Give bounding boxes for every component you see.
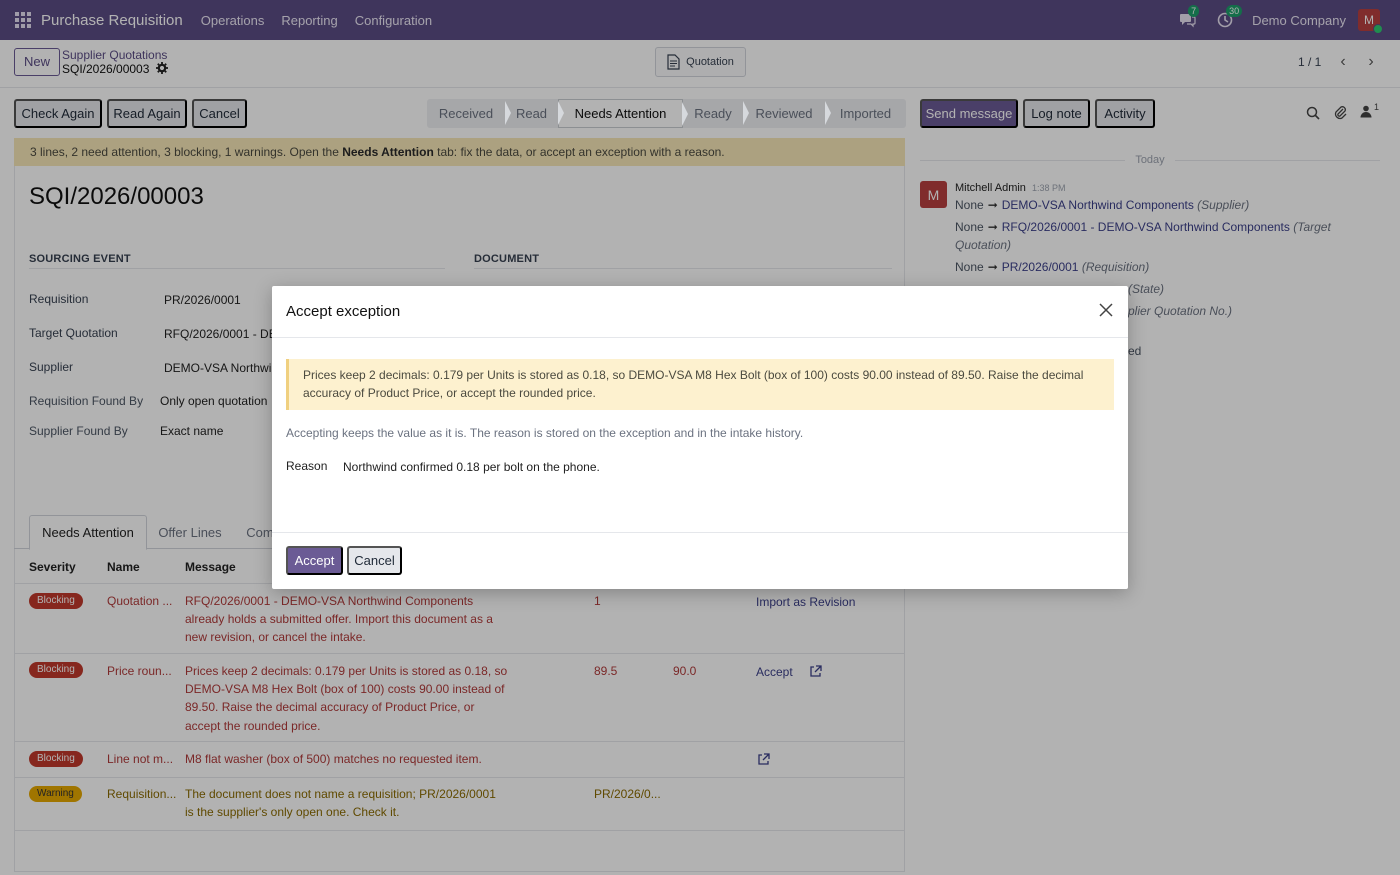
alert-line: Prices keep 2 decimals: 0.179 per Units … [303, 368, 1084, 382]
reason-input[interactable]: Northwind confirmed 0.18 per bolt on the… [343, 460, 600, 474]
accept-exception-dialog: Accept exception Prices keep 2 decimals:… [272, 286, 1128, 589]
dialog-title: Accept exception [286, 303, 401, 320]
exception-alert: Prices keep 2 decimals: 0.179 per Units … [286, 359, 1114, 410]
cancel-button[interactable]: Cancel [347, 546, 402, 575]
dialog-note: Accepting keeps the value as it is. The … [286, 426, 804, 440]
dialog-header-divider [272, 337, 1128, 338]
dialog-footer-divider [272, 532, 1128, 533]
accept-button[interactable]: Accept [286, 546, 343, 575]
alert-line: accuracy of Product Price, or accept the… [303, 386, 596, 400]
close-icon[interactable] [1096, 300, 1116, 320]
reason-label: Reason [286, 459, 328, 473]
